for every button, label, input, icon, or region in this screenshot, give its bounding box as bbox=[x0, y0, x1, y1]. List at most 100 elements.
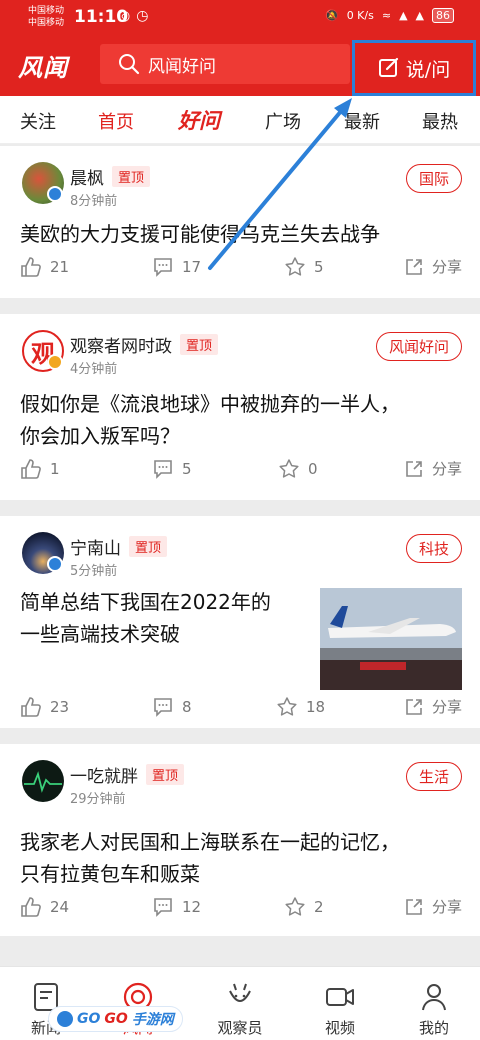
comment-button[interactable]: 5 bbox=[152, 458, 192, 480]
alarm-icon: ◷ bbox=[136, 8, 149, 24]
comment-button[interactable]: 8 bbox=[152, 696, 192, 718]
tab-home[interactable]: 首页 bbox=[98, 108, 134, 134]
profile-icon bbox=[422, 984, 446, 1011]
nav-observer-label: 观察员 bbox=[217, 1019, 263, 1037]
nav-me-label: 我的 bbox=[418, 1019, 449, 1037]
star-icon bbox=[277, 697, 297, 716]
status-right: 🔕 0 K/s ≈ ▲ ▲ 86 bbox=[325, 8, 454, 23]
carrier-2: 中国移动 bbox=[28, 18, 65, 28]
post-title[interactable]: 假如你是《流浪地球》中被抛弃的一半人， 你会加入叛军吗？ bbox=[20, 388, 400, 452]
star-icon bbox=[279, 459, 299, 478]
author-label: 观察者网时政 bbox=[70, 337, 172, 357]
category-tag[interactable]: 生活 bbox=[405, 762, 462, 791]
pinned-badge: 置顶 bbox=[112, 166, 151, 187]
post-card[interactable]: 一吃就胖 置顶 29分钟前 生活 我家老人对民国和上海联系在一起的记忆， 只有拉黄… bbox=[0, 744, 480, 936]
tab-square[interactable]: 广场 bbox=[265, 108, 301, 134]
signal-icon: ▲ bbox=[399, 9, 408, 22]
post-card[interactable]: 观 观察者网时政 置顶 4分钟前 风闻好问 假如你是《流浪地球》中被抛弃的一半人，… bbox=[0, 314, 480, 500]
author-name[interactable]: 宁南山 置顶 bbox=[70, 534, 168, 559]
edit-icon bbox=[378, 57, 398, 77]
tab-follow[interactable]: 关注 bbox=[20, 108, 56, 134]
post-card[interactable]: 宁南山 置顶 5分钟前 科技 简单总结下我国在2022年的 一些高端技术突破 23 bbox=[0, 516, 480, 728]
post-actions: 23 8 18 分享 bbox=[0, 696, 480, 726]
share-button[interactable]: 分享 bbox=[404, 696, 462, 717]
author-label: 宁南山 bbox=[70, 539, 121, 559]
favorite-count: 18 bbox=[306, 698, 326, 716]
share-icon bbox=[406, 898, 422, 915]
watermark-icon bbox=[57, 1011, 73, 1027]
like-button[interactable]: 23 bbox=[20, 696, 69, 718]
ask-button[interactable]: 说/问 bbox=[352, 40, 476, 96]
tab-hottest[interactable]: 最热 bbox=[422, 108, 458, 134]
nav-video[interactable]: 视频 bbox=[300, 967, 380, 1040]
thumbs-up-icon bbox=[21, 697, 41, 717]
favorite-button[interactable]: 5 bbox=[284, 256, 324, 278]
comment-button[interactable]: 12 bbox=[152, 896, 201, 918]
like-button[interactable]: 1 bbox=[20, 458, 60, 480]
author-name[interactable]: 晨枫 置顶 bbox=[70, 164, 151, 189]
avatar[interactable] bbox=[22, 760, 64, 802]
pinned-badge: 置顶 bbox=[180, 334, 219, 355]
post-time: 8分钟前 bbox=[70, 194, 118, 209]
share-label: 分享 bbox=[432, 460, 463, 478]
share-icon bbox=[406, 698, 422, 715]
pinned-badge: 置顶 bbox=[146, 764, 185, 785]
like-count: 21 bbox=[50, 258, 70, 276]
post-card[interactable]: 晨枫 置顶 8分钟前 国际 美欧的大力支援可能使得乌克兰失去战争 21 17 5 … bbox=[0, 146, 480, 298]
post-thumbnail-image[interactable] bbox=[320, 588, 462, 690]
search-placeholder: 风闻好问 bbox=[148, 56, 216, 77]
post-title[interactable]: 我家老人对民国和上海联系在一起的记忆， 只有拉黄包车和贩菜 bbox=[20, 826, 400, 890]
comment-icon bbox=[154, 258, 172, 277]
watermark-go2: GO bbox=[104, 1011, 128, 1027]
category-tag[interactable]: 国际 bbox=[405, 164, 462, 193]
category-tag[interactable]: 风闻好问 bbox=[375, 332, 462, 361]
comment-icon bbox=[154, 898, 172, 917]
favorite-count: 0 bbox=[308, 460, 318, 478]
app-root: 中国移动 中国移动 11:10 ◎ ◷ 🔕 0 K/s ≈ ▲ ▲ 86 风闻 … bbox=[0, 0, 480, 1040]
author-name[interactable]: 观察者网时政 置顶 bbox=[70, 332, 219, 357]
search-icon bbox=[119, 54, 140, 75]
post-title-line: 一些高端技术突破 bbox=[20, 622, 180, 646]
share-icon bbox=[406, 460, 422, 477]
favorite-button[interactable]: 2 bbox=[284, 896, 324, 918]
post-title-line: 只有拉黄包车和贩菜 bbox=[20, 862, 200, 886]
header-bar: 中国移动 中国移动 11:10 ◎ ◷ 🔕 0 K/s ≈ ▲ ▲ 86 风闻 … bbox=[0, 0, 480, 96]
category-tag[interactable]: 科技 bbox=[405, 534, 462, 563]
thumbs-up-icon bbox=[21, 897, 41, 917]
author-label: 晨枫 bbox=[70, 169, 104, 189]
battery-level: 86 bbox=[432, 8, 454, 23]
favorite-button[interactable]: 18 bbox=[276, 696, 325, 718]
post-time: 29分钟前 bbox=[70, 792, 126, 807]
share-label: 分享 bbox=[432, 258, 463, 276]
eye-icon: ◎ bbox=[118, 8, 131, 24]
comment-count: 12 bbox=[182, 898, 202, 916]
share-button[interactable]: 分享 bbox=[404, 256, 462, 277]
post-title-line: 假如你是《流浪地球》中被抛弃的一半人， bbox=[20, 392, 400, 416]
verified-icon bbox=[47, 556, 63, 572]
author-name[interactable]: 一吃就胖 置顶 bbox=[70, 762, 185, 787]
favorite-count: 5 bbox=[314, 258, 324, 276]
share-button[interactable]: 分享 bbox=[404, 896, 462, 917]
comment-count: 8 bbox=[182, 698, 192, 716]
favorite-button[interactable]: 0 bbox=[278, 458, 318, 480]
nav-observer[interactable]: 观察员 bbox=[200, 967, 280, 1040]
tab-latest[interactable]: 最新 bbox=[344, 108, 380, 134]
app-logo[interactable]: 风闻 bbox=[18, 48, 68, 83]
like-button[interactable]: 21 bbox=[20, 256, 69, 278]
post-title[interactable]: 简单总结下我国在2022年的 一些高端技术突破 bbox=[20, 586, 271, 650]
pinned-badge: 置顶 bbox=[129, 536, 168, 557]
post-time: 5分钟前 bbox=[70, 564, 118, 579]
nav-me[interactable]: 我的 bbox=[394, 967, 474, 1040]
thumbs-up-icon bbox=[21, 257, 41, 277]
share-button[interactable]: 分享 bbox=[404, 458, 462, 479]
airplane-image bbox=[320, 588, 462, 690]
star-icon bbox=[285, 257, 305, 276]
tab-haowen[interactable]: 好问 bbox=[178, 105, 220, 135]
like-button[interactable]: 24 bbox=[20, 896, 69, 918]
net-speed: 0 K/s bbox=[346, 9, 374, 22]
favorite-count: 2 bbox=[314, 898, 324, 916]
comment-button[interactable]: 17 bbox=[152, 256, 201, 278]
search-box[interactable]: 风闻好问 bbox=[100, 44, 350, 84]
post-title-line: 我家老人对民国和上海联系在一起的记忆， bbox=[20, 830, 400, 854]
post-title[interactable]: 美欧的大力支援可能使得乌克兰失去战争 bbox=[20, 218, 380, 250]
